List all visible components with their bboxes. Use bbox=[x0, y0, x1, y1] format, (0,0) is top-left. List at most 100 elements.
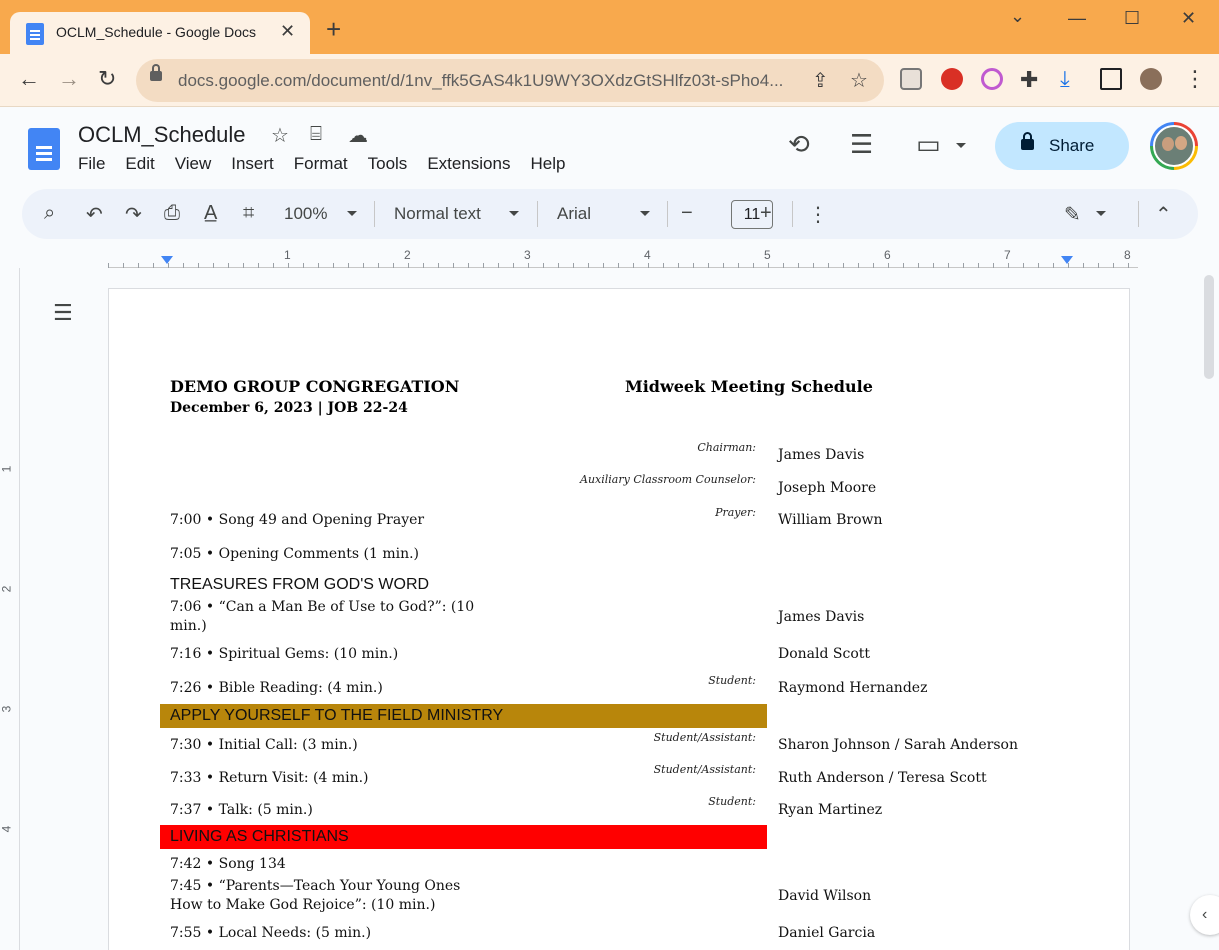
search-menus-icon[interactable]: ⌕ bbox=[44, 202, 55, 225]
ruler-tick bbox=[843, 263, 844, 268]
role-label: Student/Assistant: bbox=[653, 763, 756, 776]
editing-mode-pencil-icon[interactable]: ✎ bbox=[1064, 202, 1081, 227]
menu-edit[interactable]: Edit bbox=[125, 154, 154, 174]
back-arrow-icon[interactable]: ← bbox=[18, 66, 40, 92]
font-caret-icon[interactable] bbox=[640, 211, 650, 216]
left-indent-marker[interactable] bbox=[161, 256, 173, 264]
broadcast-extension-icon[interactable] bbox=[981, 68, 1003, 90]
menu-view[interactable]: View bbox=[175, 154, 212, 174]
cast-extension-icon[interactable] bbox=[900, 68, 922, 90]
extensions-puzzle-icon[interactable]: ✚ bbox=[1020, 67, 1038, 93]
congregation-heading: DEMO GROUP CONGREGATION bbox=[170, 377, 460, 396]
menu-help[interactable]: Help bbox=[530, 154, 565, 174]
new-tab-button[interactable]: + bbox=[326, 16, 341, 42]
section-heading-treasures: TREASURES FROM GOD'S WORD bbox=[170, 576, 430, 593]
browser-menu-icon[interactable]: ⋮ bbox=[1184, 66, 1206, 92]
tab-search-chevron-icon[interactable]: ⌄ bbox=[1010, 6, 1025, 27]
spellcheck-icon[interactable]: A̲ bbox=[204, 202, 217, 225]
star-icon[interactable]: ☆ bbox=[271, 123, 289, 148]
profile-avatar[interactable] bbox=[1140, 68, 1162, 90]
side-panel-toggle-chevron-icon[interactable]: ‹ bbox=[1190, 895, 1219, 935]
ruler-number: 8 bbox=[1124, 248, 1131, 262]
document-page[interactable]: DEMO GROUP CONGREGATION December 6, 2023… bbox=[108, 288, 1130, 950]
schedule-item: 7:05 • Opening Comments (1 min.) bbox=[170, 546, 419, 562]
menu-tools[interactable]: Tools bbox=[368, 154, 408, 174]
ruler-number: 2 bbox=[404, 248, 411, 262]
google-docs-logo-icon[interactable] bbox=[28, 128, 60, 170]
google-docs-favicon-icon bbox=[26, 23, 44, 45]
ruler-tick bbox=[258, 263, 259, 268]
section-heading-living-as-christians: LIVING AS CHRISTIANS bbox=[170, 828, 349, 845]
hide-menus-chevron-icon[interactable]: ⌃ bbox=[1155, 202, 1172, 227]
document-outline-icon[interactable]: ☰ bbox=[53, 300, 73, 326]
move-folder-icon[interactable]: ⌸ bbox=[310, 123, 322, 146]
ruler-tick bbox=[183, 263, 184, 268]
ruler-tick bbox=[978, 263, 979, 268]
ruler-tick bbox=[873, 263, 874, 268]
ruler-tick bbox=[963, 263, 964, 268]
toolbar-divider bbox=[537, 201, 538, 227]
maximize-button[interactable]: ☐ bbox=[1124, 8, 1140, 29]
side-panel-icon[interactable] bbox=[1100, 68, 1122, 90]
print-icon[interactable]: ⎙ bbox=[164, 202, 180, 225]
share-button[interactable]: Share bbox=[995, 122, 1129, 170]
ruler-tick bbox=[678, 263, 679, 268]
adblock-extension-icon[interactable] bbox=[941, 68, 963, 90]
toolbar-divider bbox=[792, 201, 793, 227]
account-avatar[interactable] bbox=[1150, 122, 1198, 170]
vertical-ruler[interactable]: 1 2 3 4 bbox=[0, 268, 20, 950]
close-window-button[interactable]: ✕ bbox=[1181, 8, 1196, 29]
menu-format[interactable]: Format bbox=[294, 154, 348, 174]
paint-format-icon[interactable]: ⌗ bbox=[243, 202, 254, 225]
ruler-tick bbox=[753, 263, 754, 268]
ruler-tick bbox=[813, 263, 814, 268]
ruler-tick bbox=[858, 263, 859, 268]
scrollbar-thumb[interactable] bbox=[1204, 275, 1214, 379]
comments-icon[interactable]: ☰ bbox=[850, 129, 873, 160]
schedule-item: 7:55 • Local Needs: (5 min.) bbox=[170, 925, 372, 941]
zoom-caret-icon[interactable] bbox=[347, 211, 357, 216]
decrease-font-size-icon[interactable]: − bbox=[681, 202, 693, 225]
menu-file[interactable]: File bbox=[78, 154, 105, 174]
paragraph-style-select[interactable]: Normal text bbox=[394, 204, 481, 224]
ruler-number: 5 bbox=[764, 248, 771, 262]
undo-icon[interactable]: ↶ bbox=[86, 202, 103, 227]
share-page-icon[interactable]: ⇪ bbox=[812, 68, 829, 93]
ruler-tick bbox=[423, 263, 424, 268]
document-title[interactable]: OCLM_Schedule bbox=[78, 122, 246, 148]
more-options-icon[interactable]: ⋮ bbox=[808, 202, 828, 227]
increase-font-size-icon[interactable]: + bbox=[760, 202, 772, 225]
ruler-tick bbox=[348, 263, 349, 268]
reload-icon[interactable]: ↻ bbox=[98, 66, 116, 92]
minimize-button[interactable]: — bbox=[1068, 8, 1086, 29]
version-history-icon[interactable]: ⟲ bbox=[788, 129, 810, 160]
menu-extensions[interactable]: Extensions bbox=[427, 154, 510, 174]
ruler-tick bbox=[273, 263, 274, 268]
url-text[interactable]: docs.google.com/document/d/1nv_ffk5GAS4k… bbox=[178, 71, 783, 91]
editing-mode-caret-icon[interactable] bbox=[1096, 211, 1106, 216]
close-tab-icon[interactable]: ✕ bbox=[280, 21, 295, 42]
ruler-tick bbox=[123, 263, 124, 268]
site-lock-icon[interactable] bbox=[150, 64, 162, 81]
ruler-tick bbox=[993, 263, 994, 268]
cloud-saved-icon[interactable]: ☁ bbox=[348, 123, 368, 148]
redo-icon[interactable]: ↷ bbox=[125, 202, 142, 227]
zoom-select[interactable]: 100% bbox=[284, 204, 327, 224]
ruler-tick bbox=[303, 263, 304, 268]
ruler-tick bbox=[393, 263, 394, 268]
forward-arrow-icon[interactable]: → bbox=[58, 66, 80, 92]
meet-camera-icon[interactable]: ▭ bbox=[916, 129, 941, 160]
role-label: Student/Assistant: bbox=[653, 731, 756, 744]
address-bar[interactable]: docs.google.com/document/d/1nv_ffk5GAS4k… bbox=[136, 59, 884, 102]
downloads-icon[interactable]: ⤓ bbox=[1060, 66, 1070, 92]
horizontal-ruler[interactable]: 1 2 3 4 5 6 7 8 bbox=[108, 246, 1138, 268]
meet-dropdown-caret-icon[interactable] bbox=[956, 143, 966, 148]
ruler-tick bbox=[903, 263, 904, 268]
menu-insert[interactable]: Insert bbox=[231, 154, 274, 174]
font-select[interactable]: Arial bbox=[557, 204, 591, 224]
toolbar-divider bbox=[1138, 201, 1139, 227]
bookmark-star-icon[interactable]: ☆ bbox=[850, 68, 868, 93]
browser-tab[interactable]: OCLM_Schedule - Google Docs ✕ bbox=[10, 12, 310, 54]
right-indent-marker[interactable] bbox=[1061, 256, 1073, 264]
style-caret-icon[interactable] bbox=[509, 211, 519, 216]
